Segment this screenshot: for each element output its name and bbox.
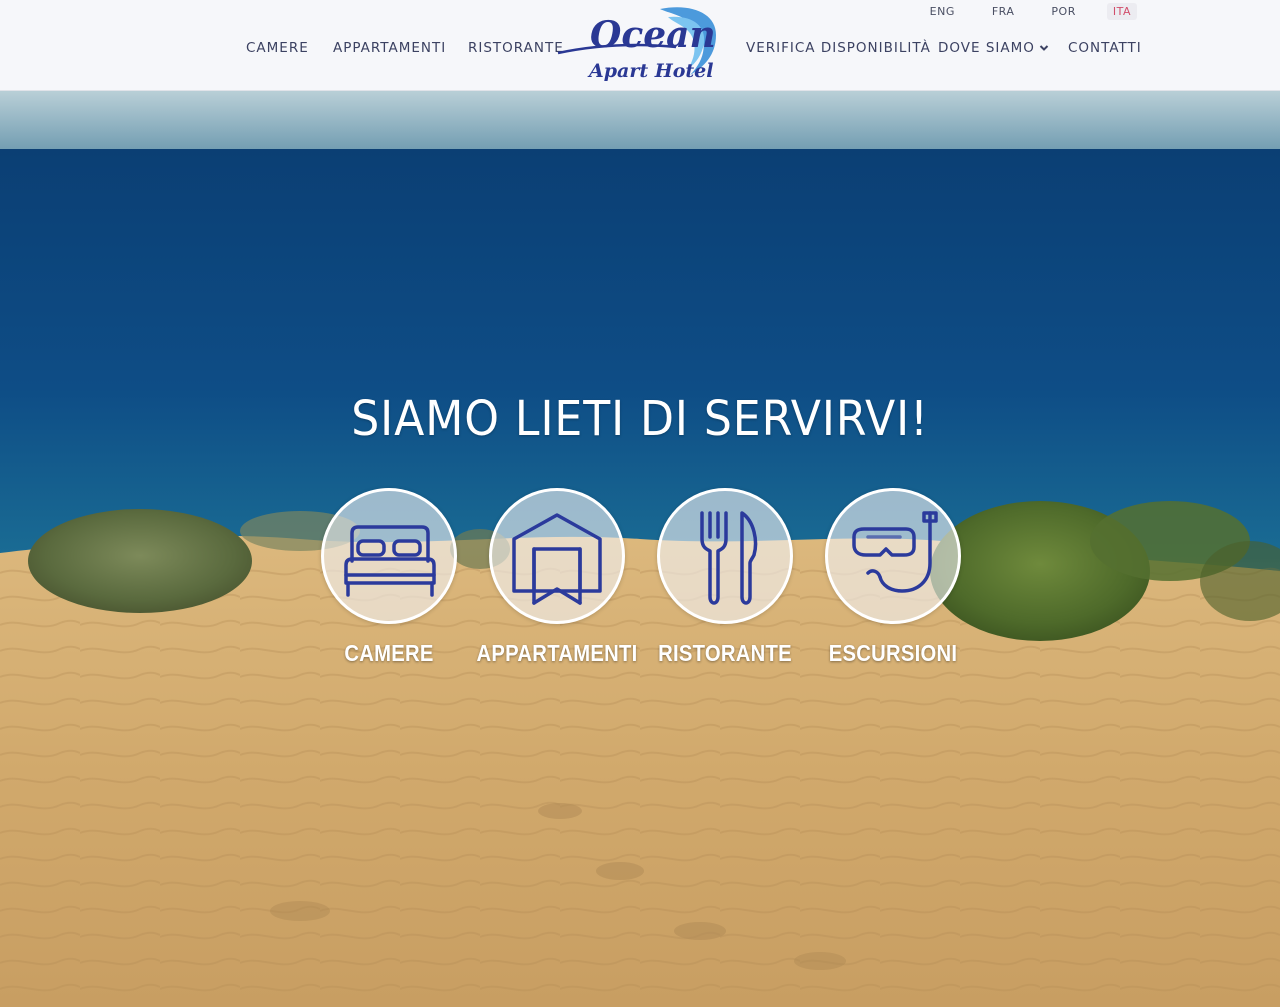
beach-background-image bbox=[0, 91, 1280, 1007]
site-header: ENG FRA POR ITA CAMERE APPARTAMENTI RIST… bbox=[0, 0, 1280, 91]
service-label-camere: CAMERE bbox=[344, 640, 434, 666]
logo-graphic: Ocean Apart Hotel bbox=[557, 7, 716, 82]
hero-title: SIAMO LIETI DI SERVIRVI! bbox=[351, 391, 929, 447]
logo-word-ocean: Ocean bbox=[590, 14, 716, 56]
ocean-apart-hotel-logo[interactable]: Ocean Apart Hotel bbox=[556, 3, 724, 87]
nav-camere[interactable]: CAMERE bbox=[246, 40, 309, 60]
nav-verifica-disponibilita[interactable]: VERIFICA DISPONIBILITÀ bbox=[746, 40, 931, 60]
logo-word-apart-hotel: Apart Hotel bbox=[587, 60, 713, 82]
lang-por[interactable]: POR bbox=[1045, 3, 1081, 20]
chevron-down-icon bbox=[1039, 45, 1049, 51]
apartment-icon bbox=[512, 513, 602, 605]
nav-dove-siamo-label: DOVE SIAMO bbox=[938, 40, 1035, 56]
service-label-appartamenti: APPARTAMENTI bbox=[476, 640, 638, 666]
nav-appartamenti[interactable]: APPARTAMENTI bbox=[333, 40, 446, 60]
nav-ristorante[interactable]: RISTORANTE bbox=[468, 40, 564, 60]
service-circle bbox=[825, 488, 961, 624]
fork-knife-icon bbox=[700, 511, 758, 605]
service-circle bbox=[321, 488, 457, 624]
service-circle bbox=[657, 488, 793, 624]
service-circle bbox=[489, 488, 625, 624]
hero-section: SIAMO LIETI DI SERVIRVI! CAMERE APPARTAM… bbox=[0, 91, 1280, 1007]
lang-eng[interactable]: ENG bbox=[924, 3, 961, 20]
lang-ita[interactable]: ITA bbox=[1106, 2, 1137, 20]
nav-contatti[interactable]: CONTATTI bbox=[1068, 40, 1142, 60]
nav-dove-siamo[interactable]: DOVE SIAMO bbox=[938, 40, 1049, 60]
lang-fra[interactable]: FRA bbox=[986, 3, 1021, 20]
language-switcher: ENG FRA POR ITA bbox=[899, 1, 1137, 21]
bed-icon bbox=[344, 525, 436, 597]
service-label-ristorante: RISTORANTE bbox=[658, 640, 792, 666]
snorkel-mask-icon bbox=[852, 511, 938, 593]
service-label-escursioni: ESCURSIONI bbox=[828, 640, 958, 666]
